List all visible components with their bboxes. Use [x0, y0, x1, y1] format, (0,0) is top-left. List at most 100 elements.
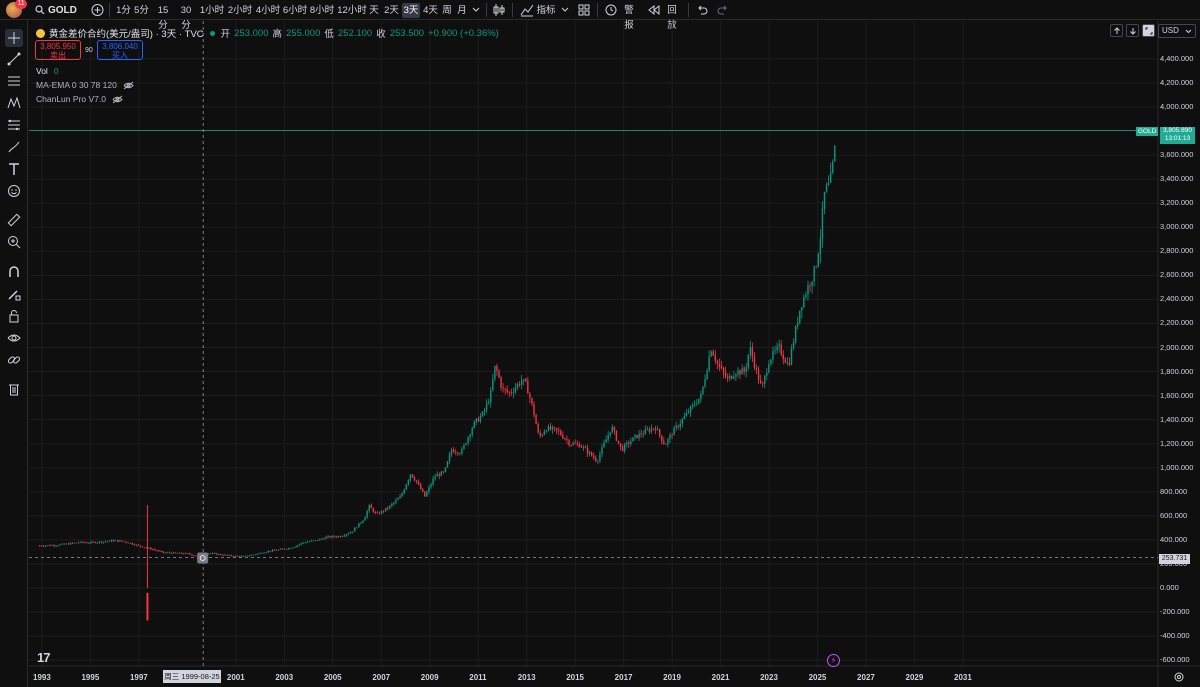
candle-body	[143, 547, 146, 549]
interval-3d[interactable]: 3天	[402, 3, 420, 18]
candle-body	[321, 538, 323, 540]
candle-body	[753, 356, 756, 368]
currency-select[interactable]: USD	[1158, 24, 1196, 38]
candle-body	[191, 554, 193, 556]
layout-grid-icon[interactable]	[578, 3, 590, 17]
candle-body	[442, 471, 445, 473]
crosshair-tool[interactable]	[5, 29, 23, 47]
magnet-tool[interactable]	[5, 263, 23, 281]
candle-body	[671, 434, 673, 436]
candle-body	[613, 427, 616, 431]
candle-body	[457, 452, 459, 454]
chevron-down-icon[interactable]	[561, 3, 569, 17]
interval-2h[interactable]: 2小时	[227, 3, 253, 18]
candle-body	[102, 541, 105, 543]
eye-off-icon[interactable]	[112, 95, 123, 104]
zoom-tool[interactable]	[5, 233, 23, 251]
horizontal-lines-tool[interactable]	[5, 72, 23, 90]
candle-body	[555, 428, 558, 431]
brush-tool[interactable]	[5, 138, 23, 156]
emoji-tool[interactable]	[5, 182, 23, 200]
interval-15m[interactable]: 15分	[153, 3, 173, 31]
candle-body	[100, 541, 103, 543]
symbol-search[interactable]: GOLD	[35, 3, 77, 17]
interval-1h[interactable]: 1小时	[199, 3, 225, 18]
candle-body	[545, 430, 548, 432]
interval-2d[interactable]: 2天	[383, 3, 400, 18]
scroll-up-button[interactable]	[1110, 24, 1123, 37]
candle-body	[399, 496, 401, 499]
alert-clock-icon[interactable]	[604, 3, 618, 17]
candle-body	[281, 548, 284, 550]
candle-body	[106, 541, 109, 543]
buy-button[interactable]: 3,806.040 买入	[97, 40, 143, 60]
candle-body	[619, 443, 622, 448]
price-chart[interactable]	[29, 21, 1200, 687]
candle-body	[312, 540, 315, 542]
interval-12h[interactable]: 12小时	[337, 3, 367, 18]
interval-30m[interactable]: 30分	[176, 3, 196, 31]
indicators-label[interactable]: 指标	[536, 3, 556, 18]
lock-tool[interactable]	[5, 307, 23, 325]
replay-label[interactable]: 回放	[663, 3, 681, 31]
delete-tool[interactable]	[5, 380, 23, 398]
trend-line-tool[interactable]	[5, 50, 23, 68]
redo-icon[interactable]	[717, 3, 729, 17]
interval-1mo[interactable]: 月	[456, 3, 468, 18]
candle-body	[450, 449, 453, 455]
candle-body	[393, 502, 395, 504]
candle-body	[181, 552, 183, 554]
interval-1m[interactable]: 1分	[116, 3, 131, 18]
replay-icon[interactable]	[648, 3, 660, 17]
candle-body	[162, 551, 164, 553]
interval-4h[interactable]: 4小时	[255, 3, 281, 18]
gear-icon[interactable]	[1173, 671, 1185, 683]
candle-body	[714, 355, 716, 361]
candlestick-icon[interactable]	[493, 3, 505, 17]
interval-5m[interactable]: 5分	[134, 3, 149, 18]
tradingview-logo[interactable]: 17	[37, 650, 51, 665]
candle-body	[731, 375, 733, 379]
visibility-tool[interactable]	[5, 329, 23, 347]
interval-4d[interactable]: 4天	[422, 3, 439, 18]
add-symbol-icon[interactable]	[91, 3, 104, 17]
drawing-mode-tool[interactable]	[5, 285, 23, 303]
eye-off-icon[interactable]	[123, 81, 134, 90]
undo-icon[interactable]	[696, 3, 708, 17]
candle-body	[261, 552, 263, 554]
maximize-button[interactable]	[1142, 24, 1155, 37]
fib-tool[interactable]	[5, 116, 23, 134]
lightning-icon[interactable]: ⚡	[827, 654, 840, 667]
candle-body	[471, 428, 473, 435]
chevron-down-icon[interactable]	[472, 3, 480, 17]
candle-body	[687, 412, 690, 414]
indicator-ma-ema[interactable]: MA-EMA 0 30 78 120	[36, 80, 134, 90]
sell-button[interactable]: 3,805.950 卖出	[35, 40, 81, 60]
crosshair-icon	[8, 32, 20, 44]
candle-body	[819, 238, 822, 254]
candle-body	[387, 507, 389, 509]
ruler-tool[interactable]	[5, 211, 23, 229]
time-axis-label: 2019	[663, 673, 681, 682]
chart-title[interactable]: 黄金差价合约(美元/盎司) · 3天 · TVC	[49, 26, 204, 40]
link-tool[interactable]	[5, 351, 23, 369]
pattern-tool[interactable]	[5, 94, 23, 112]
interval-8h[interactable]: 8小时	[309, 3, 335, 18]
volume-legend[interactable]: Vol 0	[36, 66, 59, 76]
candle-body	[805, 294, 807, 298]
candle-body	[611, 427, 613, 433]
text-tool[interactable]	[5, 160, 23, 178]
interval-1w[interactable]: 周	[441, 3, 453, 18]
candle-body	[504, 388, 506, 390]
interval-6h[interactable]: 6小时	[282, 3, 308, 18]
indicators-icon[interactable]	[520, 3, 534, 17]
interval-1d[interactable]: 天	[368, 3, 380, 18]
scroll-down-button[interactable]	[1126, 24, 1139, 37]
alert-label[interactable]: 警报	[620, 3, 638, 31]
chevron-down-icon	[1185, 29, 1192, 34]
candle-body	[345, 534, 348, 536]
time-axis-label: 2003	[275, 673, 294, 682]
indicator-chanlun[interactable]: ChanLun Pro V7.0	[36, 94, 123, 104]
candle-body	[310, 540, 313, 542]
price-axis-label: -200.000	[1160, 607, 1190, 617]
